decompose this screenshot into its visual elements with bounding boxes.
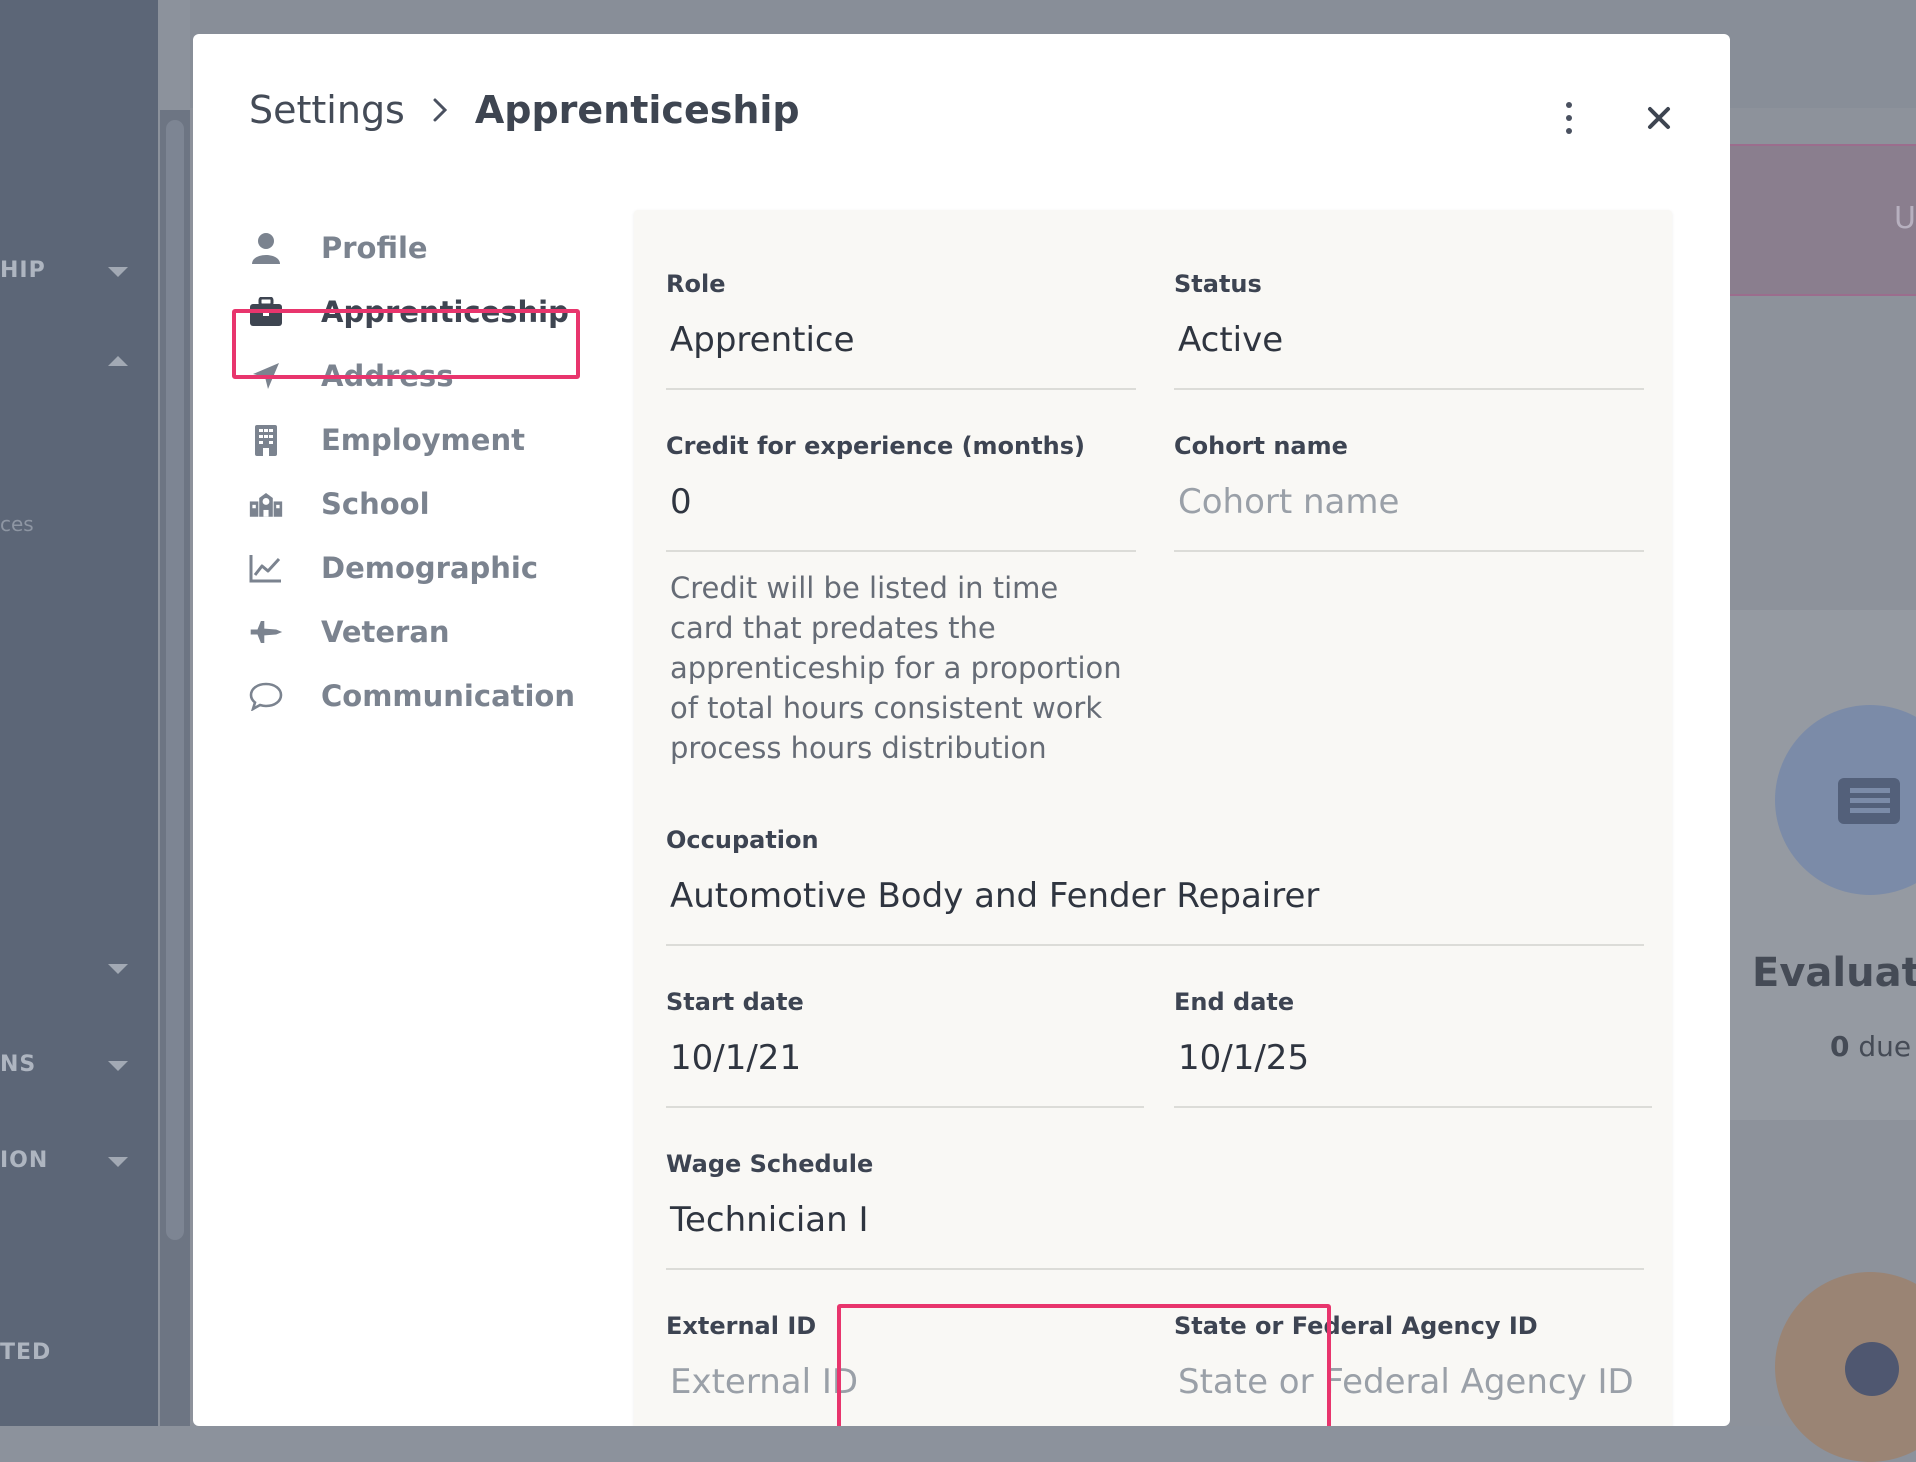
status-label: Status	[1174, 270, 1262, 298]
cohort-input[interactable]: Cohort name	[1178, 482, 1399, 522]
person-icon	[249, 231, 283, 265]
chevron-right-icon	[431, 88, 449, 132]
wage-schedule-label: Wage Schedule	[666, 1150, 874, 1178]
status-value[interactable]: Active	[1178, 320, 1283, 360]
nav-item-employment[interactable]: Employment	[233, 408, 583, 472]
nav-item-label: Communication	[321, 679, 576, 713]
credit-field[interactable]: Credit for experience (months) 0	[666, 432, 1136, 552]
field-underline	[1174, 550, 1644, 552]
more-options-button[interactable]	[1563, 100, 1575, 136]
background-banner-text: U	[1894, 201, 1916, 236]
bg-nav-label: ces	[0, 512, 34, 536]
wage-schedule-value[interactable]: Technician I	[670, 1200, 869, 1240]
nav-item-label: School	[321, 487, 430, 521]
occupation-label: Occupation	[666, 826, 819, 854]
background-sidebar: HIP ces NS ION TED	[0, 0, 158, 1426]
role-label: Role	[666, 270, 726, 298]
breadcrumb-root[interactable]: Settings	[249, 88, 405, 132]
bg-caret-down-icon	[108, 1157, 128, 1167]
field-underline	[1174, 388, 1644, 390]
highlight-box	[232, 309, 580, 379]
bg-caret-down-icon	[108, 964, 128, 974]
speech-bubble-icon	[249, 679, 283, 713]
field-underline	[1174, 1106, 1652, 1108]
field-underline	[666, 944, 1644, 946]
nav-item-profile[interactable]: Profile	[233, 216, 583, 280]
start-date-label: Start date	[666, 988, 804, 1016]
nav-item-school[interactable]: School	[233, 472, 583, 536]
nav-item-label: Veteran	[321, 615, 450, 649]
bg-caret-down-icon	[108, 267, 128, 277]
bg-nav-label: TED	[0, 1340, 52, 1365]
occupation-value[interactable]: Automotive Body and Fender Repairer	[670, 876, 1319, 916]
highlight-box	[837, 1304, 1331, 1426]
cohort-label: Cohort name	[1174, 432, 1348, 460]
nav-item-communication[interactable]: Communication	[233, 664, 583, 728]
credit-value[interactable]: 0	[670, 482, 692, 522]
vertical-dots-icon	[1566, 102, 1572, 108]
status-field[interactable]: Status Active	[1174, 270, 1644, 390]
start-date-field[interactable]: Start date 10/1/21	[666, 988, 1144, 1108]
close-icon	[1648, 107, 1670, 129]
end-date-field[interactable]: End date 10/1/25	[1174, 988, 1652, 1108]
list-icon	[1838, 778, 1900, 824]
background-due-label: due	[1858, 1030, 1912, 1063]
field-underline	[666, 388, 1136, 390]
nav-item-label: Employment	[321, 423, 525, 457]
nav-item-veteran[interactable]: Veteran	[233, 600, 583, 664]
line-chart-icon	[249, 551, 283, 585]
role-value[interactable]: Apprentice	[670, 320, 855, 360]
breadcrumb: Settings Apprenticeship	[249, 88, 800, 132]
credit-helper-text: Credit will be listed in time card that …	[670, 571, 1122, 765]
field-underline	[666, 1106, 1144, 1108]
occupation-field[interactable]: Occupation Automotive Body and Fender Re…	[666, 826, 1644, 946]
background-scrollbar	[160, 110, 190, 1426]
bg-caret-down-icon	[108, 1061, 128, 1071]
school-icon	[249, 487, 283, 521]
nav-item-label: Demographic	[321, 551, 539, 585]
end-date-label: End date	[1174, 988, 1295, 1016]
gear-icon	[1845, 1342, 1899, 1396]
apprenticeship-form: Role Apprentice Status Active Credit for…	[634, 210, 1672, 1426]
background-banner: U	[1730, 144, 1916, 296]
external-id-input[interactable]: External ID	[670, 1362, 858, 1402]
background-card-count: 0 due	[1830, 1030, 1911, 1063]
settings-nav: Profile Apprenticeship Address Employmen…	[233, 216, 583, 728]
close-button[interactable]	[1639, 98, 1679, 138]
bg-nav-label: HIP	[0, 258, 46, 283]
bg-nav-label: NS	[0, 1052, 37, 1077]
start-date-value[interactable]: 10/1/21	[670, 1038, 801, 1078]
settings-modal: Settings Apprenticeship Profile Apprenti…	[193, 34, 1730, 1426]
fighter-jet-icon	[249, 615, 283, 649]
breadcrumb-current: Apprenticeship	[474, 88, 800, 132]
wage-schedule-field[interactable]: Wage Schedule Technician I	[666, 1150, 1644, 1270]
background-card-title: Evaluati	[1752, 950, 1916, 996]
field-underline	[666, 1268, 1644, 1270]
nav-item-label: Profile	[321, 231, 428, 265]
nav-item-demographic[interactable]: Demographic	[233, 536, 583, 600]
field-underline	[666, 550, 1136, 552]
building-icon	[249, 423, 283, 457]
cohort-field[interactable]: Cohort name Cohort name	[1174, 432, 1644, 552]
background-scrollbar-thumb	[166, 120, 184, 1240]
bg-caret-up-icon	[108, 356, 128, 366]
bg-nav-label: ION	[0, 1148, 49, 1173]
credit-label: Credit for experience (months)	[666, 432, 1085, 460]
background-due-number: 0	[1830, 1030, 1850, 1063]
role-field[interactable]: Role Apprentice	[666, 270, 1136, 390]
end-date-value[interactable]: 10/1/25	[1178, 1038, 1309, 1078]
